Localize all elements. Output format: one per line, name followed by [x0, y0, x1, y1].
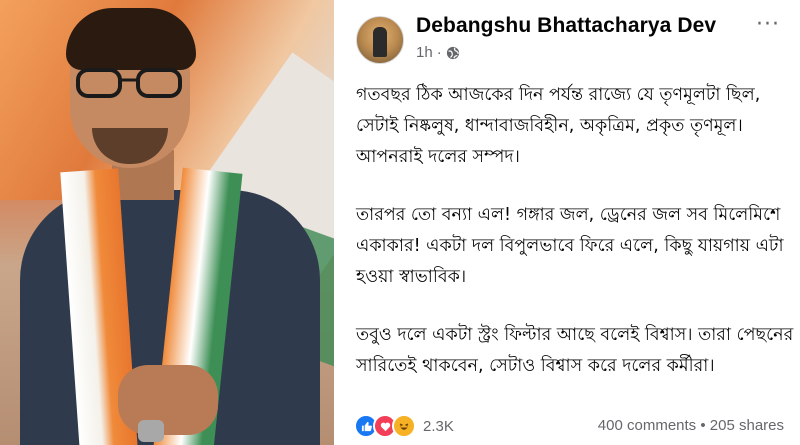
post-paragraph: তবুও দলে একটা স্ট্রং ফিল্টার আছে বলেই বি…	[356, 325, 794, 376]
globe-icon[interactable]	[446, 46, 460, 60]
post-footer: 2.3K 400 comments • 205 shares	[354, 413, 784, 441]
comments-count[interactable]: 400 comments	[598, 417, 696, 434]
hands	[118, 365, 218, 435]
profile-photo	[0, 0, 334, 445]
post-paragraph: গতবছর ঠিক আজকের দিন পর্যন্ত রাজ্যে যে তৃ…	[356, 85, 761, 167]
reaction-count: 2.3K	[423, 417, 454, 435]
engagement-stats: 400 comments • 205 shares	[598, 417, 784, 434]
post-time[interactable]: 1h	[416, 44, 433, 61]
shares-count[interactable]: 205 shares	[710, 417, 784, 434]
hair	[66, 8, 196, 70]
facebook-post: Debangshu Bhattacharya Dev 1h · ··· গতবছ…	[334, 0, 800, 445]
author-name[interactable]: Debangshu Bhattacharya Dev	[416, 14, 716, 38]
post-meta: 1h ·	[416, 44, 460, 61]
author-avatar[interactable]	[356, 16, 404, 64]
post-text: গতবছর ঠিক আজকের দিন পর্যন্ত রাজ্যে যে তৃ…	[356, 80, 796, 409]
reactions-summary[interactable]: 2.3K	[354, 414, 454, 438]
post-paragraph: তারপর তো বন্যা এল! গঙ্গার জল, ড্রেনের জল…	[356, 205, 784, 287]
more-options-icon[interactable]: ···	[756, 12, 780, 37]
glasses	[76, 68, 182, 98]
haha-reaction-icon	[392, 414, 416, 438]
meta-separator: ·	[436, 44, 442, 61]
watch	[138, 420, 164, 442]
stats-separator: •	[696, 417, 710, 434]
